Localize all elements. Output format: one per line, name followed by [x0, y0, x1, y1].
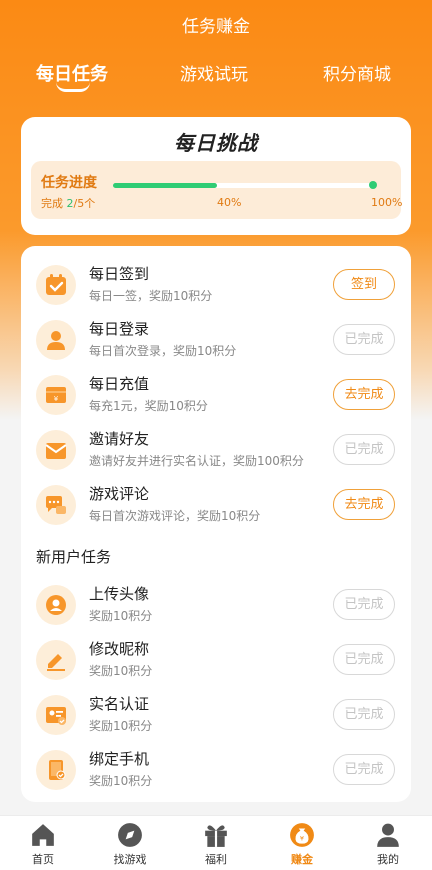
nav-label: 找游戏: [113, 853, 147, 866]
nav-label: 福利: [205, 853, 227, 866]
task-row-avatar: 上传头像 奖励10积分 已完成: [21, 582, 411, 632]
avatar-icon: [36, 585, 76, 625]
task-desc: 奖励10积分: [89, 774, 153, 788]
nav-find-games[interactable]: 找游戏: [95, 822, 165, 867]
gift-icon: [205, 825, 227, 847]
id-card-icon: [36, 695, 76, 735]
recharge-button[interactable]: 去完成: [333, 379, 395, 410]
chat-icon: [36, 485, 76, 525]
task-title: 每日充值: [89, 375, 150, 393]
progress-panel: 任务进度 完成 2/5个 40% 100%: [31, 161, 403, 219]
home-icon: [32, 824, 54, 846]
progress-label: 任务进度: [41, 175, 97, 191]
tab-bar: 每日任务 游戏试玩 积分商城: [0, 60, 432, 100]
svg-text:¥: ¥: [300, 834, 304, 842]
comment-button[interactable]: 去完成: [333, 489, 395, 520]
login-done-button[interactable]: 已完成: [333, 324, 395, 355]
completed-suffix: /5个: [73, 197, 96, 210]
task-desc: 奖励10积分: [89, 664, 153, 678]
realname-done-button[interactable]: 已完成: [333, 699, 395, 730]
task-desc: 奖励10积分: [89, 719, 153, 733]
pencil-icon: [36, 640, 76, 680]
invite-done-button[interactable]: 已完成: [333, 434, 395, 465]
nickname-done-button[interactable]: 已完成: [333, 644, 395, 675]
task-title: 每日登录: [89, 320, 150, 338]
envelope-icon: [36, 430, 76, 470]
task-title: 上传头像: [89, 585, 150, 603]
progress-track: [113, 183, 373, 188]
svg-text:¥: ¥: [54, 395, 59, 403]
nav-label: 我的: [377, 853, 399, 866]
task-title: 邀请好友: [89, 430, 150, 448]
phone-icon: [36, 750, 76, 790]
nav-earn[interactable]: ¥ 赚金: [267, 822, 337, 867]
new-user-section-title: 新用户任务: [36, 548, 112, 566]
task-row-recharge: ¥ 每日充值 每充1元，奖励10积分 去完成: [21, 372, 411, 422]
bottom-nav: 首页 找游戏 福利 ¥ 赚金 我的: [0, 815, 432, 870]
challenge-title: 每日挑战: [174, 131, 258, 155]
task-row-invite: 邀请好友 邀请好友并进行实名认证，奖励100积分 已完成: [21, 427, 411, 477]
tab-points-mall[interactable]: 积分商城: [323, 60, 391, 85]
nav-label: 首页: [32, 853, 54, 866]
task-title: 每日签到: [89, 265, 150, 283]
task-row-checkin: 每日签到 每日一签，奖励10积分 签到: [21, 262, 411, 312]
compass-icon: [118, 823, 142, 847]
task-title: 修改昵称: [89, 640, 150, 658]
nav-mine[interactable]: 我的: [353, 822, 423, 867]
coin-bag-icon: ¥: [290, 823, 314, 847]
task-row-realname: 实名认证 奖励10积分 已完成: [21, 692, 411, 742]
task-title: 实名认证: [89, 695, 150, 713]
task-desc: 奖励10积分: [89, 609, 153, 623]
completed-prefix: 完成: [41, 197, 67, 210]
nav-home[interactable]: 首页: [8, 822, 78, 867]
tab-game-trial[interactable]: 游戏试玩: [180, 60, 248, 85]
completed-number: 2: [66, 197, 74, 210]
user-icon: [36, 320, 76, 360]
task-desc: 每充1元，奖励10积分: [89, 399, 208, 413]
progress-fill: [113, 183, 217, 188]
task-desc: 每日一签，奖励10积分: [89, 289, 213, 303]
daily-challenge-card: 每日挑战 任务进度 完成 2/5个 40% 100%: [21, 117, 411, 235]
nav-welfare[interactable]: 福利: [181, 822, 251, 867]
calendar-check-icon: [36, 265, 76, 305]
progress-end-dot: [369, 181, 377, 189]
task-row-login: 每日登录 每日首次登录，奖励10积分 已完成: [21, 317, 411, 367]
task-row-phone: 绑定手机 奖励10积分 已完成: [21, 747, 411, 797]
task-list-card: 每日签到 每日一签，奖励10积分 签到 每日登录 每日首次登录，奖励10积分 已…: [21, 246, 411, 802]
wallet-icon: ¥: [36, 375, 76, 415]
task-title: 绑定手机: [89, 750, 150, 768]
profile-icon: [377, 823, 399, 847]
completed-count: 完成 2/5个: [41, 195, 95, 211]
progress-mid-label: 40%: [217, 196, 242, 209]
nav-label: 赚金: [291, 853, 313, 866]
active-tab-indicator: [56, 82, 90, 92]
checkin-button[interactable]: 签到: [333, 269, 395, 300]
progress-end-label: 100%: [371, 196, 403, 209]
task-desc: 每日首次游戏评论，奖励10积分: [89, 509, 261, 523]
task-row-nickname: 修改昵称 奖励10积分 已完成: [21, 637, 411, 687]
task-desc: 邀请好友并进行实名认证，奖励100积分: [89, 454, 304, 468]
task-title: 游戏评论: [89, 485, 150, 503]
avatar-done-button[interactable]: 已完成: [333, 589, 395, 620]
task-row-comment: 游戏评论 每日首次游戏评论，奖励10积分 去完成: [21, 482, 411, 532]
phone-done-button[interactable]: 已完成: [333, 754, 395, 785]
page-title: 任务赚金: [182, 17, 250, 37]
task-desc: 每日首次登录，奖励10积分: [89, 344, 237, 358]
